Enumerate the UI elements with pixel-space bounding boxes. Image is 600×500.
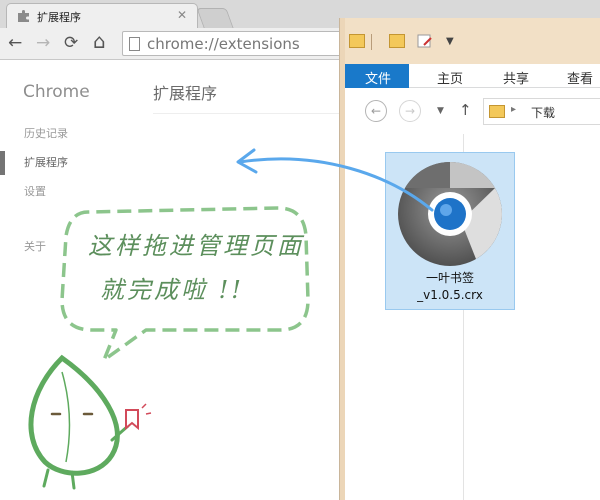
explorer-titlebar: ▼ [345,18,600,64]
customize-quick-access-icon[interactable]: ▼ [446,36,454,47]
tab-file-label: 文件 [365,72,392,87]
tab-title: 扩展程序 [37,11,81,24]
address-bar[interactable]: chrome://extensions [122,31,352,56]
folder-icon [349,34,365,48]
up-icon[interactable]: ↑ [459,101,472,119]
explorer-navbar: ← → ▼ ↑ ▸ 下载 [345,88,600,134]
url-text: chrome://extensions [147,35,300,53]
reload-icon[interactable]: ⟳ [64,33,78,53]
tab-file[interactable]: 文件 [345,64,409,88]
explorer-address-bar[interactable]: ▸ 下载 [483,98,600,125]
recent-locations-icon[interactable]: ▼ [437,106,444,116]
callout-line-1: 这样拖进管理页面 [88,232,304,260]
downloads-folder-icon [489,105,505,118]
home-icon[interactable]: ⌂ [93,31,106,51]
tab-extensions[interactable]: 扩展程序 ✕ [6,3,198,28]
forward-icon[interactable]: → [399,100,421,122]
sidebar-item-about[interactable]: 关于 [24,238,46,254]
puzzle-icon [18,10,29,22]
sidebar-item-settings[interactable]: 设置 [24,183,46,199]
properties-icon[interactable] [417,34,433,48]
page-title: 扩展程序 [153,84,218,103]
file-name-line-2: _v1.0.5.crx [417,288,483,302]
callout-line-2: 就完成啦 !! [100,276,244,304]
sidebar-item-history[interactable]: 历史记录 [24,125,68,141]
chrome-logo-icon [398,162,502,266]
back-icon[interactable]: ← [8,33,22,53]
back-icon[interactable]: ← [365,100,387,122]
tab-share[interactable]: 共享 [503,68,529,87]
tab-view[interactable]: 查看 [567,68,593,87]
close-icon[interactable]: ✕ [177,8,187,22]
new-folder-icon[interactable] [389,34,405,48]
chevron-right-icon[interactable]: ▸ [511,104,516,115]
tab-home[interactable]: 主页 [437,68,463,87]
new-tab-button[interactable] [196,8,234,28]
forward-icon[interactable]: → [36,33,50,53]
toolbar-separator [371,34,372,50]
file-name-line-1: 一叶书签 [425,271,474,285]
explorer-window: ▼ 文件 主页 共享 查看 ← → ▼ ↑ ▸ 下载 一叶书签 _v1.0.5.… [340,18,600,500]
sidebar-item-extensions[interactable]: 扩展程序 [24,154,68,170]
file-item-crx[interactable]: 一叶书签 _v1.0.5.crx [385,152,515,310]
chrome-brand: Chrome [23,82,90,102]
page-icon [129,37,140,51]
sidebar-active-indicator [0,151,5,175]
file-name: 一叶书签 _v1.0.5.crx [386,270,514,304]
title-divider [153,113,353,114]
path-text: 下载 [531,106,556,120]
ribbon-tabs: 文件 主页 共享 查看 [345,64,600,88]
